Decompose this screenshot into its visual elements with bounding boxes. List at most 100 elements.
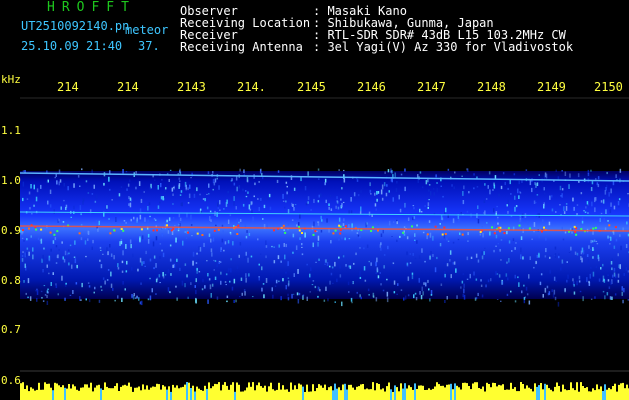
noise-speck xyxy=(274,285,277,287)
noise-speck xyxy=(224,281,227,283)
level-bar-segment xyxy=(580,382,582,400)
hot-speck xyxy=(273,229,275,232)
noise-speck xyxy=(619,234,621,237)
noise-speck xyxy=(55,262,58,264)
noise-speck xyxy=(291,202,293,207)
noise-speck xyxy=(48,262,51,266)
noise-speck xyxy=(602,199,605,204)
noise-speck xyxy=(194,285,196,288)
noise-speck xyxy=(107,269,110,271)
level-bar-segment xyxy=(24,389,26,400)
noise-speck xyxy=(510,290,512,293)
noise-speck xyxy=(210,248,213,253)
y-tick-label: 0.6 xyxy=(1,374,21,387)
noise-speck xyxy=(350,197,352,202)
noise-speck xyxy=(206,260,208,262)
noise-speck xyxy=(522,256,524,260)
noise-speck xyxy=(188,193,191,199)
noise-speck xyxy=(386,291,389,297)
noise-speck xyxy=(153,255,156,259)
noise-speck xyxy=(617,253,619,257)
noise-speck xyxy=(77,175,80,178)
noise-speck xyxy=(457,215,460,219)
level-bar-segment xyxy=(508,389,510,400)
noise-speck xyxy=(359,247,361,249)
noise-speck xyxy=(317,200,320,203)
hot-speck xyxy=(301,232,303,234)
noise-speck xyxy=(576,213,578,216)
level-bar-segment xyxy=(180,387,182,400)
noise-speck xyxy=(509,179,511,185)
noise-speck xyxy=(265,240,267,246)
noise-speck xyxy=(157,205,160,209)
level-bar-segment xyxy=(600,386,602,400)
noise-speck xyxy=(357,234,360,237)
noise-speck xyxy=(236,218,238,221)
noise-speck xyxy=(425,282,427,287)
noise-speck xyxy=(238,221,240,224)
noise-speck xyxy=(398,194,400,200)
noise-speck xyxy=(603,218,605,223)
level-bar-segment xyxy=(270,382,272,400)
noise-speck xyxy=(52,272,54,275)
noise-speck xyxy=(292,293,295,295)
noise-speck xyxy=(327,298,329,302)
noise-speck xyxy=(283,243,285,247)
noise-speck xyxy=(261,196,264,200)
hot-speck xyxy=(592,227,595,230)
noise-speck xyxy=(609,209,612,213)
level-bar-segment xyxy=(552,391,554,400)
noise-speck xyxy=(501,281,504,285)
noise-speck xyxy=(293,273,295,277)
noise-speck xyxy=(221,224,224,227)
noise-speck xyxy=(602,290,605,293)
level-bar-segment xyxy=(44,382,46,400)
level-bar-segment xyxy=(176,385,178,400)
noise-speck xyxy=(382,229,384,234)
noise-speck xyxy=(456,295,458,299)
noise-speck xyxy=(46,259,48,263)
level-bar-segment xyxy=(354,389,356,400)
level-bar-segment xyxy=(490,387,492,400)
noise-speck xyxy=(380,247,382,251)
noise-speck xyxy=(386,278,388,281)
noise-speck xyxy=(100,249,102,251)
noise-speck xyxy=(540,273,543,276)
noise-speck xyxy=(526,293,529,296)
level-bar-segment xyxy=(248,382,250,400)
noise-speck xyxy=(41,297,43,299)
level-bar-segment xyxy=(346,389,348,400)
noise-speck xyxy=(208,233,211,237)
noise-speck xyxy=(199,193,201,196)
level-bar-segment xyxy=(484,391,486,400)
noise-speck xyxy=(144,265,146,267)
noise-speck xyxy=(376,198,378,202)
noise-speck xyxy=(364,279,367,282)
noise-speck xyxy=(298,222,300,226)
noise-speck xyxy=(187,187,189,191)
noise-speck xyxy=(409,262,412,264)
noise-speck xyxy=(611,258,613,262)
level-bar-segment xyxy=(114,386,116,400)
noise-speck xyxy=(411,274,414,280)
noise-speck xyxy=(463,283,465,288)
noise-speck xyxy=(335,205,337,209)
noise-speck xyxy=(404,202,406,208)
noise-speck xyxy=(110,283,113,288)
noise-speck xyxy=(239,168,241,172)
noise-speck xyxy=(446,263,449,267)
noise-speck xyxy=(370,193,372,195)
hot-speck xyxy=(491,226,493,229)
level-bar-segment xyxy=(330,386,332,400)
noise-speck xyxy=(121,260,124,264)
noise-speck xyxy=(578,275,581,280)
noise-speck xyxy=(257,198,259,200)
noise-speck xyxy=(508,240,511,244)
level-bar-segment xyxy=(458,387,460,400)
noise-speck xyxy=(245,190,247,192)
noise-speck xyxy=(47,200,49,205)
noise-speck xyxy=(430,294,433,296)
noise-speck xyxy=(604,190,607,195)
noise-speck xyxy=(429,232,432,238)
hot-speck xyxy=(236,233,239,235)
